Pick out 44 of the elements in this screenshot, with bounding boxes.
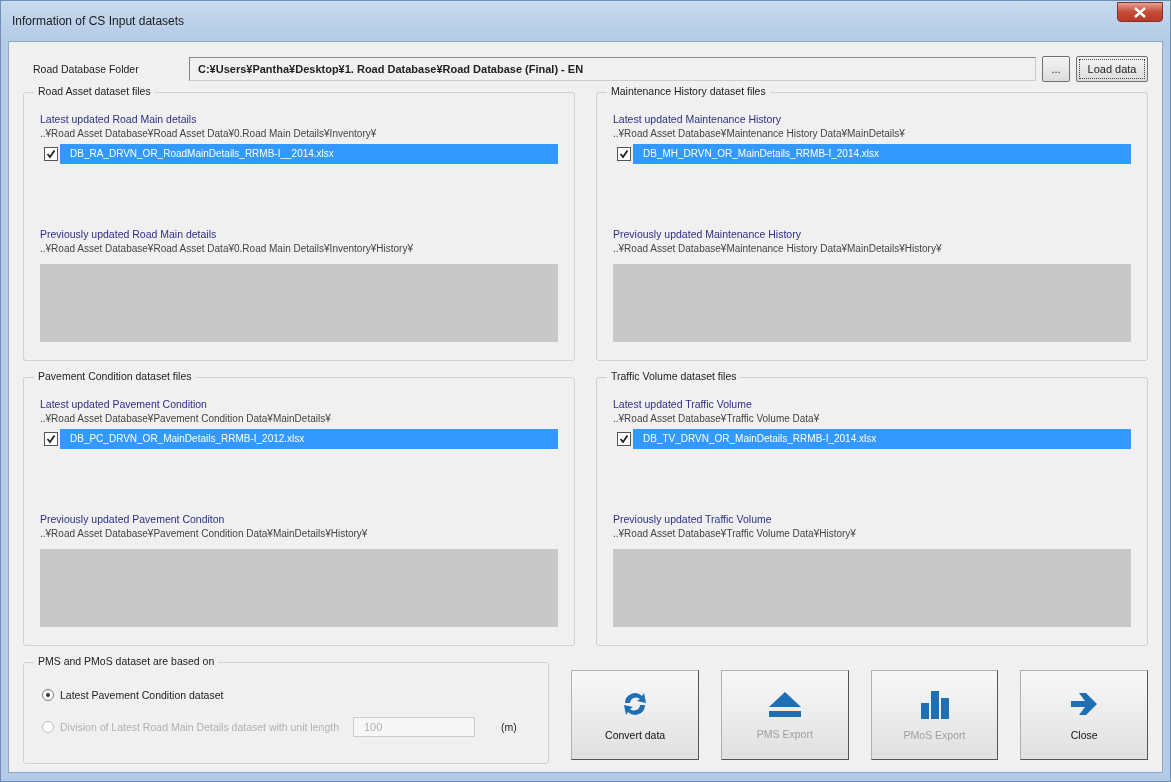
close-button[interactable] bbox=[1117, 2, 1163, 22]
bar-chart-icon bbox=[919, 689, 950, 719]
section-label: Previously updated Pavement Conditon bbox=[40, 513, 226, 525]
folder-path: ..¥Road Asset Database¥Maintenance History Data¥MainDetails¥ bbox=[613, 128, 906, 139]
folder-path: ..¥Road Asset Database¥Traffic Volume Data¥History¥ bbox=[613, 528, 857, 539]
section-label: Latest updated Maintenance History bbox=[613, 113, 783, 125]
checkbox[interactable] bbox=[44, 432, 58, 446]
group-title: Maintenance History dataset files bbox=[607, 85, 770, 97]
section-label: Previously updated Road Main details bbox=[40, 228, 218, 240]
folder-path: ..¥Road Asset Database¥Pavement Condition Data¥MainDetails¥ bbox=[40, 413, 332, 424]
group-title: PMS and PMoS dataset are based on bbox=[34, 655, 219, 667]
browse-button[interactable]: ... bbox=[1042, 56, 1070, 82]
radio-label: Latest Pavement Condition dataset bbox=[60, 689, 224, 701]
folder-path: ..¥Road Asset Database¥Road Asset Data¥0.Road Main Details¥Inventory¥ bbox=[40, 128, 378, 139]
folder-path-field[interactable]: C:¥Users¥Pantha¥Desktop¥1. Road Database¥Road Database (Final) - EN bbox=[189, 57, 1036, 81]
group-title: Traffic Volume dataset files bbox=[607, 370, 741, 382]
folder-path: ..¥Road Asset Database¥Road Asset Data¥0.Road Main Details¥Inventory¥History¥ bbox=[40, 243, 414, 254]
section-label: Previously updated Maintenance History bbox=[613, 228, 802, 240]
file-list-item[interactable]: DB_TV_DRVN_OR_MainDetails_RRMB-I_2014.xlsx bbox=[633, 429, 1131, 449]
section-label: Latest updated Road Main details bbox=[40, 113, 198, 125]
checkbox[interactable] bbox=[44, 147, 58, 161]
field-label: Road Database Folder bbox=[32, 63, 140, 75]
folder-path: ..¥Road Asset Database¥Maintenance History Data¥MainDetails¥History¥ bbox=[613, 243, 943, 254]
folder-path: ..¥Road Asset Database¥Traffic Volume Data¥ bbox=[613, 413, 821, 424]
toolbar-button[interactable]: Close bbox=[1020, 670, 1149, 760]
load-data-button[interactable]: Load data bbox=[1076, 56, 1148, 82]
checkbox[interactable] bbox=[617, 147, 631, 161]
file-list-item[interactable]: DB_PC_DRVN_OR_MainDetails_RRMB-I_2012.xlsx bbox=[60, 429, 558, 449]
section-label: Latest updated Traffic Volume bbox=[613, 398, 753, 410]
close-icon bbox=[1134, 6, 1146, 18]
checkbox[interactable] bbox=[617, 432, 631, 446]
window-title: Information of CS Input datasets bbox=[11, 14, 185, 28]
radio-label: Division of Latest Road Main Details dataset with unit length bbox=[60, 721, 339, 733]
toolbar-button[interactable]: Convert data bbox=[571, 670, 699, 760]
file-list-item[interactable]: DB_RA_DRVN_OR_RoadMainDetails_RRMB-I__2014.xlsx bbox=[60, 144, 558, 164]
file-list-item[interactable]: DB_MH_DRVN_OR_MainDetails_RRMB-I_2014.xlsx bbox=[633, 144, 1131, 164]
eject-icon bbox=[766, 690, 803, 718]
unit-label: (m) bbox=[501, 721, 517, 733]
group-title: Road Asset dataset files bbox=[34, 85, 155, 97]
group-title: Pavement Condition dataset files bbox=[34, 370, 196, 382]
folder-path: ..¥Road Asset Database¥Pavement Condition Data¥MainDetails¥History¥ bbox=[40, 528, 369, 539]
section-label: Previously updated Traffic Volume bbox=[613, 513, 773, 525]
section-label: Latest updated Pavement Condition bbox=[40, 398, 208, 410]
radio-button[interactable] bbox=[42, 689, 54, 701]
